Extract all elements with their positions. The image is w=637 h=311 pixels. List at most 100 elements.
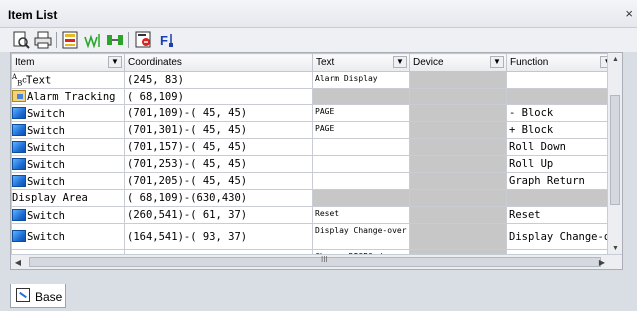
table-row[interactable]: Alarm Tracking ( 68,109) bbox=[11, 88, 618, 105]
item-cell[interactable]: Switch bbox=[11, 121, 125, 139]
table-row[interactable]: Switch (260,541)-( 61, 37) Reset Reset bbox=[11, 206, 618, 224]
text-cell[interactable] bbox=[312, 138, 410, 156]
item-cell[interactable]: ABcText bbox=[11, 71, 125, 89]
device-cell[interactable] bbox=[409, 189, 507, 207]
text-cell[interactable] bbox=[312, 172, 410, 190]
coordinates-cell[interactable]: ( 68,109) bbox=[124, 88, 313, 105]
text-cell[interactable]: PAGE bbox=[312, 121, 410, 139]
table-row[interactable]: Switch (701,301)-( 45, 45) PAGE + Block bbox=[11, 121, 618, 139]
table-row[interactable]: ABcText (245, 83) Alarm Display bbox=[11, 71, 618, 89]
coordinates-cell[interactable]: (701,205)-( 45, 45) bbox=[124, 172, 313, 190]
table-row[interactable]: Switch (164,541)-( 93, 37) Display Change-… bbox=[11, 223, 618, 250]
scroll-right-icon[interactable]: ▶ bbox=[595, 255, 609, 269]
item-name: Switch bbox=[27, 175, 65, 188]
column-header-function[interactable]: Function▼ bbox=[505, 53, 618, 72]
coordinates-cell[interactable]: (260,541)-( 61, 37) bbox=[124, 206, 313, 224]
base-screen-icon bbox=[16, 288, 30, 302]
device-cell[interactable] bbox=[409, 121, 507, 139]
coordinates-cell[interactable]: (701,253)-( 45, 45) bbox=[124, 155, 313, 173]
coordinates-cell[interactable]: (164,541)-( 93, 37) bbox=[124, 223, 313, 250]
horizontal-scroll-thumb[interactable] bbox=[29, 257, 601, 267]
device-cell[interactable] bbox=[409, 138, 507, 156]
function-cell[interactable]: + Block bbox=[505, 121, 618, 139]
coordinates-cell[interactable]: (245, 83) bbox=[124, 71, 313, 89]
coordinates-cell[interactable]: (701,109)-( 45, 45) bbox=[124, 104, 313, 122]
function-cell[interactable]: - Block bbox=[505, 104, 618, 122]
text-cell[interactable]: Reset bbox=[312, 206, 410, 224]
device-cell[interactable] bbox=[409, 88, 507, 105]
item-cell[interactable]: Switch bbox=[11, 155, 125, 173]
scroll-up-icon[interactable]: ▲ bbox=[608, 53, 622, 67]
close-icon[interactable]: × bbox=[625, 6, 633, 21]
column-header-device[interactable]: Device ▼ bbox=[409, 53, 507, 72]
chevron-down-icon[interactable]: ▼ bbox=[393, 56, 407, 68]
item-cell[interactable]: Switch bbox=[11, 206, 125, 224]
item-cell[interactable]: Switch bbox=[11, 138, 125, 156]
item-name: Display Area bbox=[12, 192, 88, 204]
column-label: Device bbox=[413, 57, 444, 68]
switch-icon bbox=[12, 230, 26, 242]
chevron-down-icon[interactable]: ▼ bbox=[108, 56, 122, 68]
text-cell[interactable]: PAGE bbox=[312, 104, 410, 122]
waveform-icon[interactable] bbox=[84, 31, 102, 49]
device-cell[interactable] bbox=[409, 223, 507, 250]
chevron-down-icon[interactable]: ▼ bbox=[490, 56, 504, 68]
vertical-scrollbar[interactable]: ▲ ▼ bbox=[607, 53, 622, 256]
function-cell[interactable] bbox=[505, 71, 618, 89]
settings-icon[interactable] bbox=[135, 31, 153, 49]
function-cell[interactable]: Reset bbox=[505, 206, 618, 224]
item-name: Text bbox=[26, 74, 52, 87]
item-cell[interactable]: Switch bbox=[11, 172, 125, 190]
coordinates-cell[interactable]: (701,301)-( 45, 45) bbox=[124, 121, 313, 139]
text-cell[interactable]: Alarm Display bbox=[312, 71, 410, 89]
item-cell[interactable]: Switch bbox=[11, 223, 125, 250]
toolbar: F bbox=[0, 28, 637, 52]
timeline-icon[interactable] bbox=[106, 31, 124, 49]
print-icon[interactable] bbox=[34, 31, 52, 49]
function-cell[interactable]: Display Change-ov bbox=[505, 223, 618, 250]
column-label: Function bbox=[510, 57, 549, 68]
tab-bar: Base bbox=[0, 282, 637, 311]
device-cell[interactable] bbox=[409, 104, 507, 122]
window-title: Item List bbox=[8, 8, 58, 22]
item-cell[interactable]: Display Area bbox=[11, 189, 125, 207]
scroll-grip: III bbox=[321, 255, 328, 264]
coordinates-cell[interactable]: ( 68,109)-(630,430) bbox=[124, 189, 313, 207]
text-cell[interactable] bbox=[312, 189, 410, 207]
item-name: Alarm Tracking bbox=[27, 91, 116, 103]
column-header-coordinates[interactable]: Coordinates bbox=[124, 53, 313, 72]
filter-icon[interactable]: F bbox=[158, 31, 176, 49]
text-cell[interactable] bbox=[312, 155, 410, 173]
table-row[interactable]: Switch (701,253)-( 45, 45) Roll Up bbox=[11, 155, 618, 173]
function-cell[interactable]: Roll Up bbox=[505, 155, 618, 173]
text-cell[interactable]: Display Change-over bbox=[312, 223, 410, 250]
device-cell[interactable] bbox=[409, 155, 507, 173]
item-cell[interactable]: Switch bbox=[11, 104, 125, 122]
vertical-scroll-thumb[interactable] bbox=[610, 95, 620, 205]
coordinates-cell[interactable]: (701,157)-( 45, 45) bbox=[124, 138, 313, 156]
table-row[interactable]: Switch (701,109)-( 45, 45) PAGE - Block bbox=[11, 104, 618, 122]
function-cell[interactable]: Graph Return bbox=[505, 172, 618, 190]
function-cell[interactable] bbox=[505, 88, 618, 105]
column-label: Coordinates bbox=[128, 57, 182, 68]
tab-base[interactable]: Base bbox=[10, 284, 66, 308]
scroll-left-icon[interactable]: ◀ bbox=[11, 255, 25, 269]
column-header-item[interactable]: Item ▼ bbox=[11, 53, 125, 72]
item-table: Item ▼ Coordinates Text ▼ Device ▼ Function… bbox=[11, 53, 618, 269]
table-row[interactable]: Switch (701,205)-( 45, 45) Graph Return bbox=[11, 172, 618, 190]
text-cell[interactable] bbox=[312, 88, 410, 105]
device-cell[interactable] bbox=[409, 172, 507, 190]
switch-icon bbox=[12, 208, 26, 221]
function-cell[interactable] bbox=[505, 189, 618, 207]
item-cell[interactable]: Alarm Tracking bbox=[11, 88, 125, 105]
device-cell[interactable] bbox=[409, 71, 507, 89]
device-cell[interactable] bbox=[409, 206, 507, 224]
horizontal-scrollbar[interactable]: ◀ III ▶ bbox=[11, 254, 622, 269]
column-header-text[interactable]: Text ▼ bbox=[312, 53, 410, 72]
toolbar-separator bbox=[128, 32, 129, 48]
function-cell[interactable]: Roll Down bbox=[505, 138, 618, 156]
table-row[interactable]: Display Area ( 68,109)-(630,430) bbox=[11, 189, 618, 207]
table-row[interactable]: Switch (701,157)-( 45, 45) Roll Down bbox=[11, 138, 618, 156]
list-view-icon[interactable] bbox=[62, 31, 80, 49]
print-preview-icon[interactable] bbox=[12, 31, 30, 49]
